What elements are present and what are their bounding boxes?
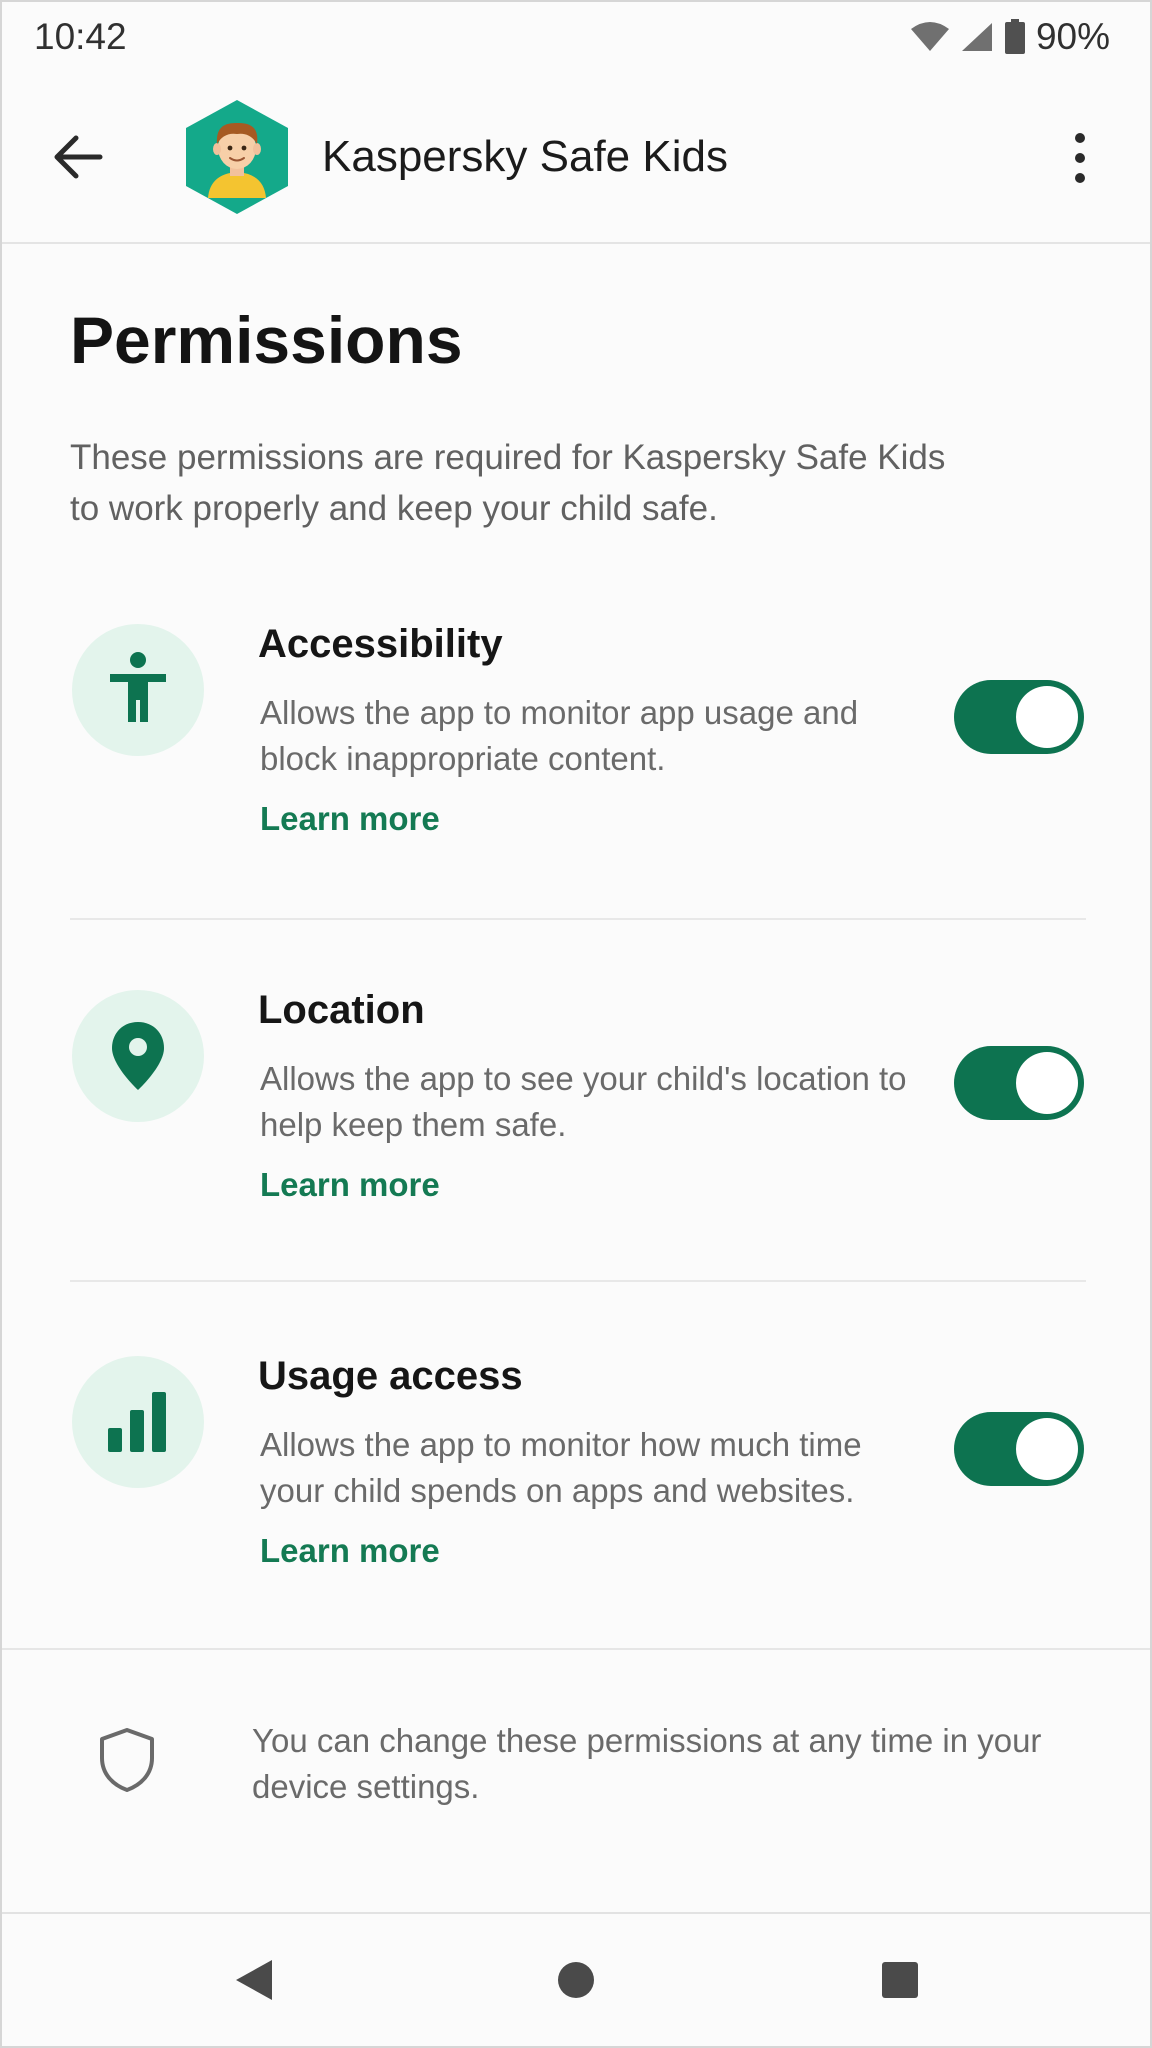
permission-title: Usage access: [258, 1354, 523, 1398]
nav-back-icon[interactable]: [224, 1950, 284, 2010]
intro-text: These permissions are required for Kaspe…: [70, 438, 946, 528]
page-title: Permissions: [70, 303, 463, 377]
battery-icon: [1004, 19, 1026, 55]
signal-icon: [960, 21, 994, 53]
toggle-knob: [1016, 1418, 1078, 1480]
learn-more-link[interactable]: Learn more: [260, 800, 440, 838]
wifi-icon: [910, 21, 950, 53]
toggle-knob: [1016, 1052, 1078, 1114]
divider: [70, 918, 1086, 920]
learn-more-link[interactable]: Learn more: [260, 1532, 440, 1570]
accessibility-icon: [72, 624, 204, 756]
usage-access-toggle[interactable]: [954, 1412, 1084, 1486]
permission-description: Allows the app to monitor how much time …: [260, 1426, 862, 1509]
more-vert-icon[interactable]: [1066, 128, 1094, 188]
app-bar: Kaspersky Safe Kids: [2, 74, 1150, 244]
learn-more-link[interactable]: Learn more: [260, 1166, 440, 1204]
app-logo-icon: [184, 98, 290, 216]
system-navigation-bar: [2, 1912, 1150, 2046]
toggle-knob: [1016, 686, 1078, 748]
permission-item-usage-access: Usage access Allows the app to monitor h…: [70, 1354, 1086, 1616]
status-icons: 90%: [910, 16, 1110, 58]
battery-percentage: 90%: [1035, 16, 1110, 57]
permission-title: Accessibility: [258, 622, 503, 666]
nav-home-icon[interactable]: [546, 1950, 606, 2010]
status-time: 10:42: [34, 16, 127, 57]
permission-item-location: Location Allows the app to see your chil…: [70, 988, 1086, 1250]
permission-item-accessibility: Accessibility Allows the app to monitor …: [70, 622, 1086, 884]
bar-chart-icon: [72, 1356, 204, 1488]
location-pin-icon: [72, 990, 204, 1122]
divider: [70, 1280, 1086, 1282]
footer-note-text: You can change these permissions at any …: [252, 1722, 1042, 1805]
divider: [2, 1648, 1150, 1650]
shield-icon: [96, 1726, 158, 1794]
screen: 10:42 90% Kaspersky Safe Kids Permission…: [0, 0, 1152, 2048]
location-toggle[interactable]: [954, 1046, 1084, 1120]
app-title: Kaspersky Safe Kids: [322, 132, 728, 181]
nav-recents-icon[interactable]: [870, 1950, 930, 2010]
permission-description: Allows the app to monitor app usage and …: [260, 694, 859, 777]
status-bar: 10:42 90%: [2, 2, 1150, 74]
permission-description: Allows the app to see your child's locat…: [260, 1060, 907, 1143]
accessibility-toggle[interactable]: [954, 680, 1084, 754]
permission-title: Location: [258, 988, 425, 1032]
back-arrow-icon[interactable]: [48, 126, 110, 188]
